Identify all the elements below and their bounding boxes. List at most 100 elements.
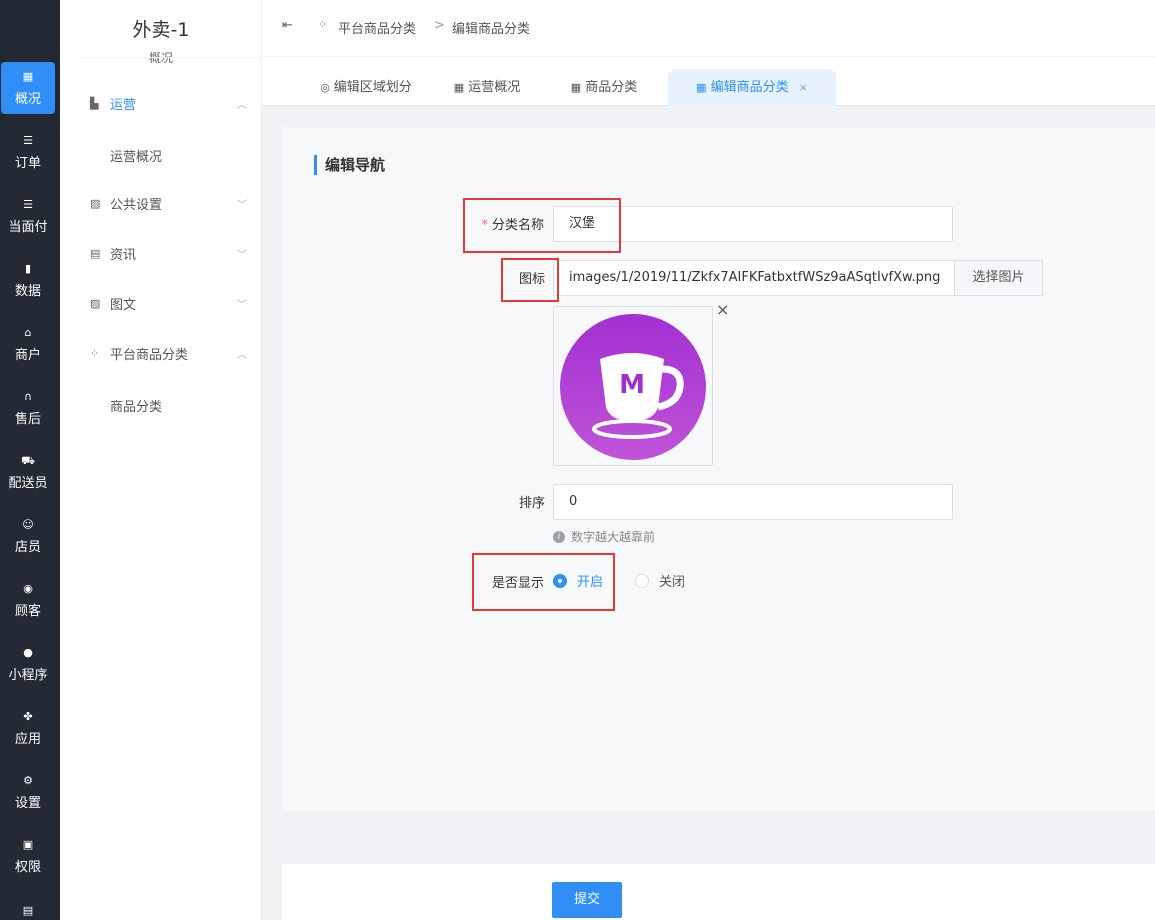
rail-item-permissions[interactable]: ▣ 权限 xyxy=(1,830,55,882)
rail-item-label: 小程序 xyxy=(8,667,48,683)
sidebar-group-public-settings[interactable]: ▨ 公共设置 ﹀ xyxy=(90,188,262,218)
document-icon: ▤ xyxy=(90,246,101,260)
sort-label: 排序 xyxy=(518,496,545,511)
sidebar-group-news[interactable]: ▤ 资讯 ﹀ xyxy=(90,238,262,268)
chevron-down-icon: ﹀ xyxy=(237,299,247,311)
rail-item-apps[interactable]: ✤ 应用 xyxy=(1,702,55,754)
rail-item-label: 应用 xyxy=(14,731,41,747)
image-icon: ▨ xyxy=(90,196,101,210)
report-icon: ▤ xyxy=(22,904,34,917)
lock-icon: ▣ xyxy=(22,837,34,851)
picture-icon: ▨ xyxy=(90,296,101,310)
rail-item-data[interactable]: ▮ 数据 xyxy=(1,254,55,306)
submit-button[interactable]: 提交 xyxy=(552,882,622,918)
headphones-icon: ∩ xyxy=(23,389,33,403)
chevron-up-icon: ︿ xyxy=(237,349,247,361)
rail-item-label: 售后 xyxy=(14,411,41,427)
secondary-sidebar: 外卖-1 概况 ▙ 运营 ︿ 运营概况 ▨ 公共设置 ﹀ ▤ 资讯 ﹀ ▨ 图文… xyxy=(60,0,262,920)
rail-item-label: 店员 xyxy=(14,539,41,555)
divider xyxy=(80,57,261,58)
info-icon: i xyxy=(553,530,565,543)
list-icon: ☰ xyxy=(23,197,33,211)
settings-icon: ⚙ xyxy=(23,773,33,787)
tab-label: 运营概况 xyxy=(468,80,521,95)
rail-item-label: 订单 xyxy=(14,155,41,171)
delivery-icon: ⛟ xyxy=(21,453,35,467)
user-circle-icon: ◉ xyxy=(23,581,33,595)
grid-icon: ▦ xyxy=(453,81,465,94)
shop-name: 外卖-1 xyxy=(132,19,190,41)
rail-item-courier[interactable]: ⛟ 配送员 xyxy=(1,446,55,498)
bar-chart-icon: ▮ xyxy=(24,261,32,275)
highlight-box xyxy=(501,258,559,302)
apps-icon: ✤ xyxy=(23,709,33,723)
category-icon: ⁘ xyxy=(318,18,328,31)
logo-letter: M xyxy=(619,370,645,400)
sidebar-item-operations-overview[interactable]: 运营概况 xyxy=(110,146,162,165)
sidebar-group-articles[interactable]: ▨ 图文 ﹀ xyxy=(90,288,262,318)
store-icon: ⌂ xyxy=(24,325,32,339)
rail-item-orders[interactable]: ☰ 订单 xyxy=(1,126,55,178)
pick-image-button[interactable]: 选择图片 xyxy=(954,260,1043,296)
category-icon: ⁘ xyxy=(90,346,100,360)
rail-item-label: 配送员 xyxy=(8,475,48,491)
list-icon: ☰ xyxy=(23,133,33,147)
rail-item-settings[interactable]: ⚙ 设置 xyxy=(1,766,55,818)
chevron-down-icon: ﹀ xyxy=(237,199,247,211)
icon-preview: M xyxy=(553,306,713,466)
menu-collapse-icon[interactable]: ⇤ xyxy=(282,18,293,33)
tab-bar: ◎ 编辑区域划分 ▦ 运营概况 ▦ 商品分类 ▦ 编辑商品分类 × xyxy=(262,57,1155,106)
grid-icon: ▦ xyxy=(570,81,582,94)
top-bar: ⇤ ⁘ 平台商品分类 > 编辑商品分类 xyxy=(262,0,1155,57)
tab-close-icon[interactable]: × xyxy=(799,81,808,94)
rail-item-merchant[interactable]: ⌂ 商户 xyxy=(1,318,55,370)
highlight-box xyxy=(472,553,615,611)
breadcrumb-current: 编辑商品分类 xyxy=(452,22,531,37)
rail-item-label: 顾客 xyxy=(14,603,41,619)
grid-icon: ▦ xyxy=(696,81,707,94)
cup-logo-image: M xyxy=(560,314,706,460)
remove-image-icon[interactable]: × xyxy=(716,300,729,319)
sidebar-item-product-category[interactable]: 商品分类 xyxy=(110,396,162,415)
wechat-icon: ● xyxy=(23,645,33,659)
icon-path-input[interactable]: images/1/2019/11/Zkfx7AIFKFatbxtfWSz9aAS… xyxy=(553,260,955,296)
grid-icon: ▦ xyxy=(22,69,34,83)
rail-item-facepay[interactable]: ☰ 当面付 xyxy=(1,190,55,242)
sidebar-group-platform-category[interactable]: ⁘ 平台商品分类 ︿ xyxy=(90,338,262,368)
sidebar-group-label: 资讯 xyxy=(110,247,137,263)
rail-item-label: 数据 xyxy=(14,283,41,299)
users-icon: ☺ xyxy=(22,517,34,531)
sidebar-group-label: 图文 xyxy=(110,297,137,313)
rail-item-label: 商户 xyxy=(14,347,41,363)
radio-display-off[interactable]: 关闭 xyxy=(635,571,685,590)
rail-item-label: 设置 xyxy=(14,795,41,811)
rail-item-aftersale[interactable]: ∩ 售后 xyxy=(1,382,55,434)
user-circle-icon: ◎ xyxy=(320,81,330,94)
tab-label: 编辑商品分类 xyxy=(710,80,789,95)
breadcrumb-separator: > xyxy=(434,18,445,33)
chevron-up-icon: ︿ xyxy=(237,99,247,111)
rail-item-staff[interactable]: ☺ 店员 xyxy=(1,510,55,562)
sort-input[interactable]: 0 xyxy=(553,484,953,520)
rail-item-overview[interactable]: ▦ 概况 xyxy=(1,62,55,114)
sidebar-group-operations[interactable]: ▙ 运营 ︿ xyxy=(90,88,262,118)
sort-hint-text: 数字越大越靠前 xyxy=(571,530,656,544)
sidebar-group-label: 公共设置 xyxy=(110,197,163,213)
tab-label: 商品分类 xyxy=(585,80,638,95)
tab-operations-overview[interactable]: ▦ 运营概况 xyxy=(442,69,532,106)
tab-edit-region[interactable]: ◎ 编辑区域划分 xyxy=(306,69,426,106)
rail-item-label: 概况 xyxy=(14,91,41,107)
rail-item-miniprogram[interactable]: ● 小程序 xyxy=(1,638,55,690)
icon-rail: ▦ 概况 ☰ 订单 ☰ 当面付 ▮ 数据 ⌂ 商户 ∩ 售后 ⛟ 配送员 ☺ 店员 ◉ 顾客 ● 小… xyxy=(0,0,60,920)
breadcrumb-parent[interactable]: 平台商品分类 xyxy=(338,18,416,37)
tab-edit-product-category[interactable]: ▦ 编辑商品分类 × xyxy=(668,69,836,106)
rail-item-more[interactable]: ▤ xyxy=(1,894,55,920)
tab-label: 编辑区域划分 xyxy=(333,80,412,95)
radio-unchecked-icon xyxy=(635,573,649,588)
section-title: 编辑导航 xyxy=(314,155,385,175)
sidebar-group-label: 运营 xyxy=(110,97,137,113)
highlight-box xyxy=(463,198,621,253)
tab-product-category[interactable]: ▦ 商品分类 xyxy=(564,69,644,106)
rail-item-customers[interactable]: ◉ 顾客 xyxy=(1,574,55,626)
rail-item-label: 当面付 xyxy=(8,219,48,235)
